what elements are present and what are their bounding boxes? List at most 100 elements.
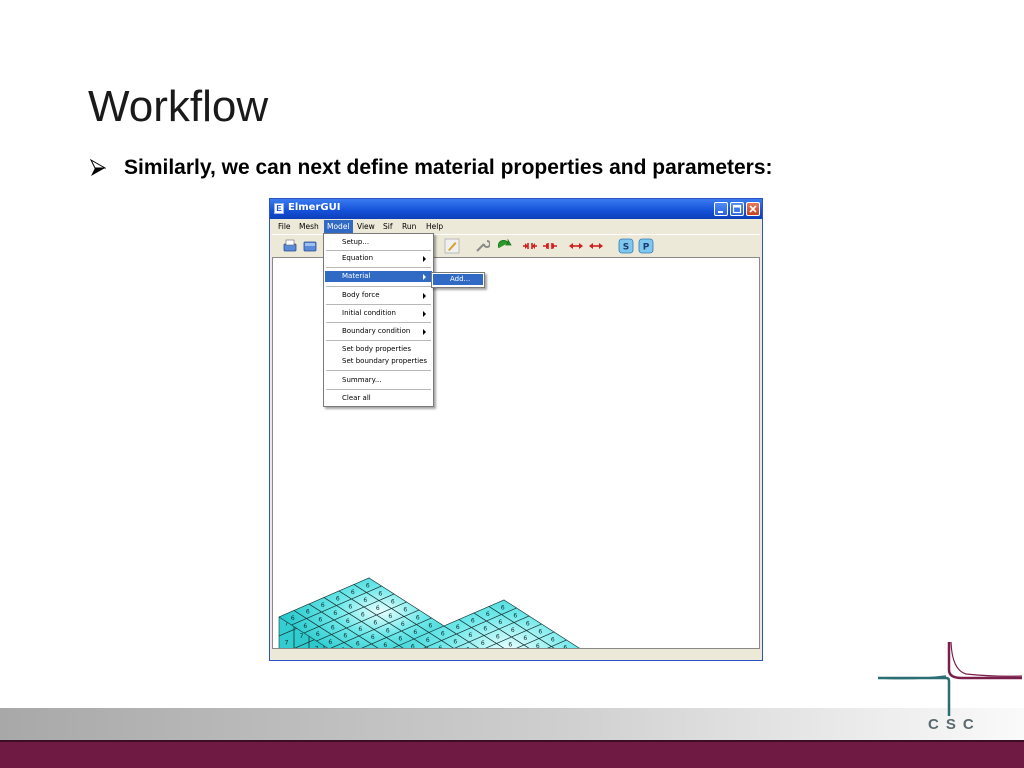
- material-submenu: Add...: [431, 272, 485, 288]
- svg-text:6: 6: [471, 617, 475, 624]
- svg-text:6: 6: [388, 613, 392, 620]
- svg-text:6: 6: [306, 608, 310, 615]
- expand-x-icon[interactable]: [568, 238, 584, 254]
- sif-generate-icon[interactable]: S: [618, 238, 634, 254]
- svg-text:6: 6: [483, 625, 487, 632]
- svg-text:6: 6: [291, 615, 295, 622]
- menu-item-initial-condition[interactable]: Initial condition: [325, 308, 432, 319]
- menu-mesh[interactable]: Mesh: [299, 222, 319, 231]
- svg-text:6: 6: [456, 624, 460, 631]
- menu-item-add-material[interactable]: Add...: [433, 274, 483, 285]
- mesh-icon[interactable]: [302, 238, 318, 254]
- title-bar[interactable]: E ElmerGUI: [270, 199, 762, 219]
- svg-text:6: 6: [486, 611, 490, 618]
- submenu-arrow-icon: [423, 311, 426, 317]
- status-bar: [272, 649, 760, 659]
- compress-y-icon[interactable]: [542, 238, 558, 254]
- svg-text:6: 6: [373, 619, 377, 626]
- svg-text:6: 6: [481, 640, 485, 647]
- print-icon[interactable]: [282, 238, 298, 254]
- app-icon: E: [274, 203, 284, 214]
- window-title: ElmerGUI: [288, 202, 341, 213]
- maximize-button[interactable]: [730, 202, 744, 216]
- menu-item-body-force[interactable]: Body force: [325, 290, 432, 301]
- svg-text:S: S: [623, 243, 629, 253]
- menu-file[interactable]: File: [278, 222, 291, 231]
- menu-item-summary[interactable]: Summary...: [325, 375, 432, 386]
- menu-item-clear-all[interactable]: Clear all: [325, 393, 432, 404]
- svg-text:7: 7: [300, 633, 304, 640]
- expand-y-icon[interactable]: [588, 238, 604, 254]
- svg-text:6: 6: [526, 620, 530, 627]
- svg-text:6: 6: [398, 635, 402, 642]
- menu-help[interactable]: Help: [426, 222, 443, 231]
- svg-text:6: 6: [303, 623, 307, 630]
- menu-run[interactable]: Run: [402, 222, 416, 231]
- svg-text:6: 6: [536, 643, 540, 648]
- menu-model[interactable]: Model: [324, 220, 353, 233]
- svg-text:6: 6: [498, 619, 502, 626]
- bullet-point: Similarly, we can next define material p…: [90, 156, 773, 180]
- csc-logo-text: CSC: [928, 716, 981, 733]
- footer-gray-band: [0, 708, 1024, 740]
- svg-text:6: 6: [348, 603, 352, 610]
- menu-item-boundary-condition[interactable]: Boundary condition: [325, 326, 432, 337]
- postprocessor-icon[interactable]: P: [638, 238, 654, 254]
- refresh-icon[interactable]: [496, 238, 512, 254]
- svg-text:6: 6: [563, 644, 567, 648]
- svg-text:P: P: [643, 243, 650, 253]
- menu-sif[interactable]: Sif: [383, 222, 393, 231]
- svg-text:6: 6: [358, 626, 362, 633]
- minimize-icon: [718, 211, 723, 213]
- submenu-arrow-icon: [423, 256, 426, 262]
- close-button[interactable]: [746, 202, 760, 216]
- wrench-icon[interactable]: [474, 238, 490, 254]
- svg-text:6: 6: [336, 595, 340, 602]
- menu-item-set-boundary-properties[interactable]: Set boundary properties: [325, 356, 432, 367]
- slide-title: Workflow: [88, 82, 269, 131]
- compress-x-icon[interactable]: [522, 238, 538, 254]
- menu-item-set-body-properties[interactable]: Set body properties: [325, 344, 432, 355]
- submenu-arrow-icon: [423, 293, 426, 299]
- close-icon: [749, 205, 757, 213]
- menu-item-setup[interactable]: Setup...: [325, 237, 432, 248]
- elmergui-window: E ElmerGUI File Mesh Model View Sif Run …: [269, 198, 763, 661]
- svg-text:6: 6: [383, 642, 387, 648]
- svg-text:6: 6: [331, 624, 335, 631]
- svg-text:7: 7: [285, 639, 289, 646]
- svg-text:6: 6: [508, 641, 512, 648]
- menu-bar: File Mesh Model View Sif Run Help: [272, 220, 760, 233]
- footer-maroon-band: [0, 740, 1024, 768]
- svg-text:6: 6: [391, 598, 395, 605]
- maximize-icon: [732, 204, 742, 214]
- svg-text:6: 6: [466, 646, 470, 648]
- svg-text:6: 6: [538, 628, 542, 635]
- svg-text:6: 6: [523, 635, 527, 642]
- svg-text:6: 6: [401, 621, 405, 628]
- svg-text:6: 6: [376, 605, 380, 612]
- model-menu: Setup... Equation Material Body force In…: [323, 233, 434, 407]
- svg-text:6: 6: [403, 606, 407, 613]
- svg-text:6: 6: [363, 597, 367, 604]
- svg-text:6: 6: [361, 611, 365, 618]
- menu-view[interactable]: View: [357, 222, 375, 231]
- svg-text:6: 6: [386, 627, 390, 634]
- svg-text:7: 7: [315, 645, 319, 648]
- svg-text:6: 6: [551, 636, 555, 643]
- svg-text:6: 6: [501, 604, 505, 611]
- svg-text:6: 6: [426, 637, 430, 644]
- svg-text:6: 6: [333, 610, 337, 617]
- svg-text:6: 6: [428, 622, 432, 629]
- menu-item-material[interactable]: Material: [325, 271, 432, 282]
- svg-text:6: 6: [453, 638, 457, 645]
- menu-item-equation[interactable]: Equation: [325, 253, 432, 264]
- svg-text:6: 6: [371, 634, 375, 641]
- minimize-button[interactable]: [714, 202, 728, 216]
- svg-text:6: 6: [411, 643, 415, 648]
- svg-text:6: 6: [366, 582, 370, 589]
- svg-text:6: 6: [351, 589, 355, 596]
- edit-icon[interactable]: [444, 238, 460, 254]
- svg-text:6: 6: [378, 590, 382, 597]
- svg-text:6: 6: [413, 629, 417, 636]
- svg-text:6: 6: [513, 612, 517, 619]
